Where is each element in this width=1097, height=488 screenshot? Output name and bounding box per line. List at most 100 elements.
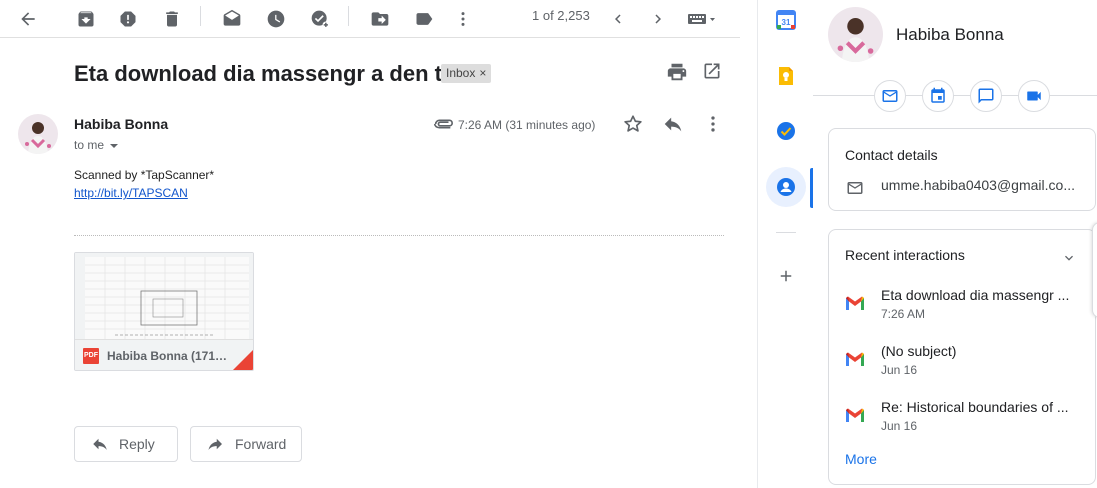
email-subject: Eta download dia massengr a den to [74,61,456,86]
body-line: Scanned by *TapScanner* [74,168,215,182]
recent-interactions-title: Recent interactions [845,247,965,263]
delete-button[interactable] [156,3,188,35]
calendar-app-button[interactable]: 31 [766,0,806,40]
forward-icon [207,435,225,453]
pager-count: 1 of 2,253 [532,8,590,23]
email-outline-icon [846,179,864,197]
recent-interactions-card: Recent interactions Eta download dia mas… [828,229,1096,485]
interaction-date: Jun 16 [881,363,918,377]
open-in-new-icon [702,61,722,81]
reply-button[interactable]: Reply [74,426,178,462]
body-link[interactable]: http://bit.ly/TAPSCAN [74,186,188,200]
interaction-item[interactable]: Re: Historical boundaries of ... Jun 16 [845,399,1085,439]
contacts-app-button[interactable] [766,167,806,207]
attachment-icon [432,117,454,131]
forward-button[interactable]: Forward [190,426,302,462]
pdf-file-icon: PDF [83,348,99,364]
interaction-item[interactable]: Eta download dia massengr ... 7:26 AM [845,287,1085,327]
move-to-icon [370,9,390,29]
gmail-icon [845,295,865,311]
keyboard-icon [687,11,717,27]
report-spam-button[interactable] [112,3,144,35]
chevron-right-icon [649,10,667,28]
video-call-button[interactable] [1018,80,1050,112]
star-button[interactable] [622,113,646,137]
caret-down-icon [110,143,119,148]
archive-button[interactable] [70,3,102,35]
message-more-button[interactable] [702,113,726,137]
get-add-ons-button[interactable] [766,256,806,296]
recipient-details-toggle[interactable]: to me [74,138,119,152]
interaction-subject: Eta download dia massengr ... [881,287,1070,303]
chat-icon [977,87,995,105]
archive-icon [76,9,96,29]
snooze-button[interactable] [260,3,292,35]
label-button[interactable] [408,3,440,35]
toolbar-divider [200,6,201,26]
email-timestamp: 7:26 AM (31 minutes ago) [458,118,596,132]
interaction-date: Jun 16 [881,419,918,433]
contact-details-card: Contact details umme.habiba0403@gmail.co… [828,128,1096,211]
contact-name: Habiba Bonna [896,25,1004,44]
attachment-indicator [432,117,454,136]
reply-icon [91,435,109,453]
toolbar-divider [348,6,349,26]
attachment-name: Habiba Bonna (171… [107,349,228,363]
attachment-card[interactable]: PDF Habiba Bonna (171… [74,252,254,371]
contact-panel: Habiba Bonna Contact details umme.habiba… [813,0,1097,488]
contact-details-title: Contact details [845,147,938,163]
newer-button[interactable] [602,3,634,35]
sender-name[interactable]: Habiba Bonna [74,116,168,132]
add-to-tasks-button[interactable] [304,3,336,35]
chevron-left-icon [609,10,627,28]
forward-label: Forward [235,436,287,452]
chevron-down-icon[interactable] [1061,250,1077,266]
calendar-day: 31 [782,18,791,27]
delete-icon [162,9,182,29]
schedule-event-button[interactable] [922,80,954,112]
reply-icon-button[interactable] [662,113,686,137]
gmail-icon [845,351,865,367]
calendar-app-icon: 31 [776,10,796,30]
more-interactions-link[interactable]: More [845,451,877,467]
mark-unread-button[interactable] [216,3,248,35]
label-icon [414,9,434,29]
rail-divider [776,232,796,233]
attachment-divider [74,235,724,236]
chat-button[interactable] [970,80,1002,112]
email-toolbar: 1 of 2,253 [0,0,740,38]
input-tools-button[interactable] [682,3,722,35]
keep-app-icon [776,66,796,86]
contact-actions-line [813,95,1097,96]
video-call-icon [1025,87,1043,105]
older-button[interactable] [642,3,674,35]
star-outline-icon [622,113,644,135]
report-spam-icon [118,9,138,29]
interaction-subject: (No subject) [881,343,957,359]
interaction-item[interactable]: (No subject) Jun 16 [845,343,1085,383]
send-email-button[interactable] [874,80,906,112]
back-button[interactable] [12,3,44,35]
remove-label-button[interactable]: × [479,66,486,80]
move-to-button[interactable] [364,3,396,35]
email-icon [881,87,899,105]
snooze-icon [266,9,286,29]
tasks-app-button[interactable] [766,111,806,151]
contact-avatar [828,7,883,62]
add-to-tasks-icon [310,9,330,29]
pdf-corner-icon [233,350,253,370]
contacts-app-icon [776,177,796,197]
print-all-button[interactable] [666,61,690,85]
open-new-window-button[interactable] [702,61,726,85]
gmail-icon [845,407,865,423]
mark-unread-icon [222,9,242,29]
inbox-label-chip[interactable]: Inbox × [441,64,492,83]
print-icon [666,61,688,83]
sender-avatar[interactable] [18,114,58,154]
panel-edge-handle[interactable] [1092,222,1097,318]
more-button[interactable] [447,3,479,35]
calendar-event-icon [929,87,947,105]
email-view: 1 of 2,253 Eta download dia massengr a d… [0,0,740,488]
keep-app-button[interactable] [766,56,806,96]
contact-email[interactable]: umme.habiba0403@gmail.co... [881,177,1091,193]
